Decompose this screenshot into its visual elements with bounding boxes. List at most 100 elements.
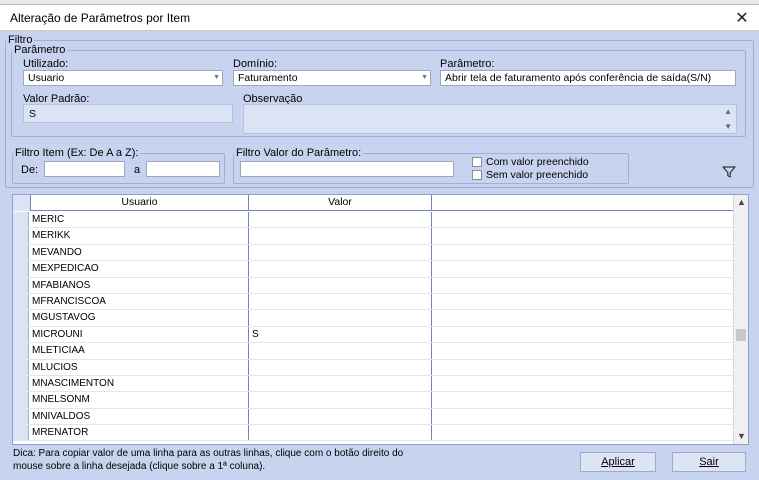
filtro-item-legend: Filtro Item (Ex: De A a Z): bbox=[15, 147, 139, 159]
cell-usuario[interactable]: MICROUNI bbox=[31, 326, 249, 343]
dialog-body: Filtro Parâmetro Utilizado: Usuario ▼ Do… bbox=[0, 31, 759, 480]
cell-valor[interactable] bbox=[249, 261, 432, 277]
cell-valor[interactable] bbox=[249, 408, 432, 425]
cell-usuario[interactable]: MNELSONM bbox=[31, 392, 249, 408]
table-row[interactable]: MFABIANOS bbox=[13, 277, 735, 294]
table-row[interactable]: MNASCIMENTON bbox=[13, 375, 735, 393]
grid-rows: MERIC MERIKK MEVANDO MEXPEDICAO MFABIANOS MFR… bbox=[13, 212, 735, 442]
row-selector[interactable] bbox=[13, 375, 29, 392]
row-selector[interactable] bbox=[13, 261, 29, 277]
scroll-down-icon[interactable]: ▼ bbox=[724, 122, 732, 131]
column-header-valor[interactable]: Valor bbox=[249, 195, 432, 211]
row-selector[interactable] bbox=[13, 408, 29, 425]
row-selector[interactable] bbox=[13, 392, 29, 408]
cell-valor[interactable] bbox=[249, 359, 432, 375]
row-selector[interactable] bbox=[13, 293, 29, 310]
cell-valor[interactable] bbox=[249, 343, 432, 359]
cell-usuario[interactable]: MNASCIMENTON bbox=[31, 375, 249, 392]
dominio-label: Domínio: bbox=[233, 58, 278, 70]
cell-usuario[interactable]: MEVANDO bbox=[31, 244, 249, 261]
cell-valor[interactable] bbox=[249, 277, 432, 293]
sair-button[interactable]: Sair bbox=[672, 452, 746, 472]
observacao-field[interactable]: ▲ ▼ bbox=[243, 104, 737, 134]
table-row[interactable]: MERIKK bbox=[13, 228, 735, 245]
cell-valor[interactable] bbox=[249, 425, 432, 441]
parametro-field[interactable]: Abrir tela de faturamento após conferênc… bbox=[440, 70, 736, 86]
com-valor-label: Com valor preenchido bbox=[486, 156, 589, 168]
cell-usuario[interactable]: MRENATOR bbox=[31, 425, 249, 441]
table-row[interactable]: MEVANDO bbox=[13, 244, 735, 262]
cell-usuario[interactable]: MERIKK bbox=[31, 228, 249, 244]
table-row[interactable]: MNIVALDOS bbox=[13, 408, 735, 426]
selector-header bbox=[13, 195, 31, 211]
row-selector[interactable] bbox=[13, 212, 29, 228]
table-row[interactable]: MICROUNI S bbox=[13, 326, 735, 344]
scroll-up-icon[interactable]: ▲ bbox=[734, 195, 748, 210]
close-icon[interactable]: ✕ bbox=[731, 7, 753, 29]
a-label: a bbox=[134, 164, 141, 176]
sem-valor-label: Sem valor preenchido bbox=[486, 169, 589, 181]
row-selector[interactable] bbox=[13, 228, 29, 244]
cell-usuario[interactable]: MLETICIAA bbox=[31, 343, 249, 359]
table-row[interactable]: MRENATOR bbox=[13, 425, 735, 442]
cell-usuario[interactable]: MERIC bbox=[31, 212, 249, 228]
de-label: De: bbox=[21, 164, 39, 176]
row-selector[interactable] bbox=[13, 277, 29, 293]
table-row[interactable]: MLETICIAA bbox=[13, 343, 735, 360]
utilizado-label: Utilizado: bbox=[23, 58, 69, 70]
cell-valor[interactable] bbox=[249, 392, 432, 408]
cell-valor[interactable] bbox=[249, 375, 432, 392]
cell-valor[interactable] bbox=[249, 228, 432, 244]
checkbox-box bbox=[472, 157, 482, 167]
table-row[interactable]: MERIC bbox=[13, 212, 735, 229]
row-selector[interactable] bbox=[13, 244, 29, 261]
title-bar: Alteração de Parâmetros por Item ✕ bbox=[0, 5, 759, 31]
cell-valor[interactable] bbox=[249, 244, 432, 261]
row-selector[interactable] bbox=[13, 425, 29, 441]
aplicar-button[interactable]: Aplicar bbox=[580, 452, 656, 472]
tip-text: Dica: Para copiar valor de uma linha par… bbox=[13, 448, 404, 472]
cell-usuario[interactable]: MEXPEDICAO bbox=[31, 261, 249, 277]
scroll-up-icon[interactable]: ▲ bbox=[724, 107, 732, 116]
row-selector[interactable] bbox=[13, 343, 29, 359]
filtro-valor-input[interactable] bbox=[240, 161, 454, 177]
window-title: Alteração de Parâmetros por Item bbox=[10, 11, 191, 25]
cell-usuario[interactable]: MGUSTAVOG bbox=[31, 310, 249, 326]
utilizado-select[interactable]: Usuario ▼ bbox=[23, 70, 223, 86]
a-input[interactable] bbox=[146, 161, 220, 177]
filtro-valor-legend: Filtro Valor do Parâmetro: bbox=[236, 147, 362, 159]
scrollbar-thumb[interactable] bbox=[736, 329, 746, 341]
valor-padrao-value: S bbox=[29, 108, 37, 120]
chevron-down-icon: ▼ bbox=[213, 74, 220, 81]
table-row[interactable]: MEXPEDICAO bbox=[13, 261, 735, 278]
cell-valor[interactable] bbox=[249, 212, 432, 228]
dominio-select[interactable]: Faturamento ▼ bbox=[233, 70, 431, 86]
sem-valor-checkbox[interactable]: Sem valor preenchido bbox=[472, 169, 588, 181]
cell-valor[interactable] bbox=[249, 310, 432, 326]
table-row[interactable]: MLUCIOS bbox=[13, 359, 735, 376]
parametro-label: Parâmetro: bbox=[440, 58, 495, 70]
row-selector[interactable] bbox=[13, 359, 29, 375]
row-selector[interactable] bbox=[13, 310, 29, 326]
cell-usuario[interactable]: MLUCIOS bbox=[31, 359, 249, 375]
parametro-value: Abrir tela de faturamento após conferênc… bbox=[445, 72, 712, 84]
grid-vertical-scrollbar[interactable]: ▲ ▼ bbox=[733, 195, 748, 444]
filter-icon[interactable] bbox=[722, 165, 736, 179]
table-row[interactable]: MNELSONM bbox=[13, 392, 735, 409]
table-row[interactable]: MFRANCISCOA bbox=[13, 293, 735, 311]
items-grid[interactable]: Usuario Valor MERIC MERIKK MEVANDO MEXPEDIC… bbox=[12, 194, 749, 445]
checkbox-box bbox=[472, 170, 482, 180]
scroll-down-icon[interactable]: ▼ bbox=[734, 429, 748, 444]
cell-usuario[interactable]: MNIVALDOS bbox=[31, 408, 249, 425]
cell-usuario[interactable]: MFRANCISCOA bbox=[31, 293, 249, 310]
grid-header: Usuario Valor bbox=[13, 195, 735, 211]
cell-usuario[interactable]: MFABIANOS bbox=[31, 277, 249, 293]
com-valor-checkbox[interactable]: Com valor preenchido bbox=[472, 156, 589, 168]
table-row[interactable]: MGUSTAVOG bbox=[13, 310, 735, 327]
row-selector[interactable] bbox=[13, 326, 29, 343]
cell-valor[interactable] bbox=[249, 293, 432, 310]
cell-valor[interactable]: S bbox=[249, 326, 432, 343]
column-header-usuario[interactable]: Usuario bbox=[31, 195, 249, 211]
de-input[interactable] bbox=[44, 161, 125, 177]
parametro-legend: Parâmetro bbox=[14, 44, 66, 56]
